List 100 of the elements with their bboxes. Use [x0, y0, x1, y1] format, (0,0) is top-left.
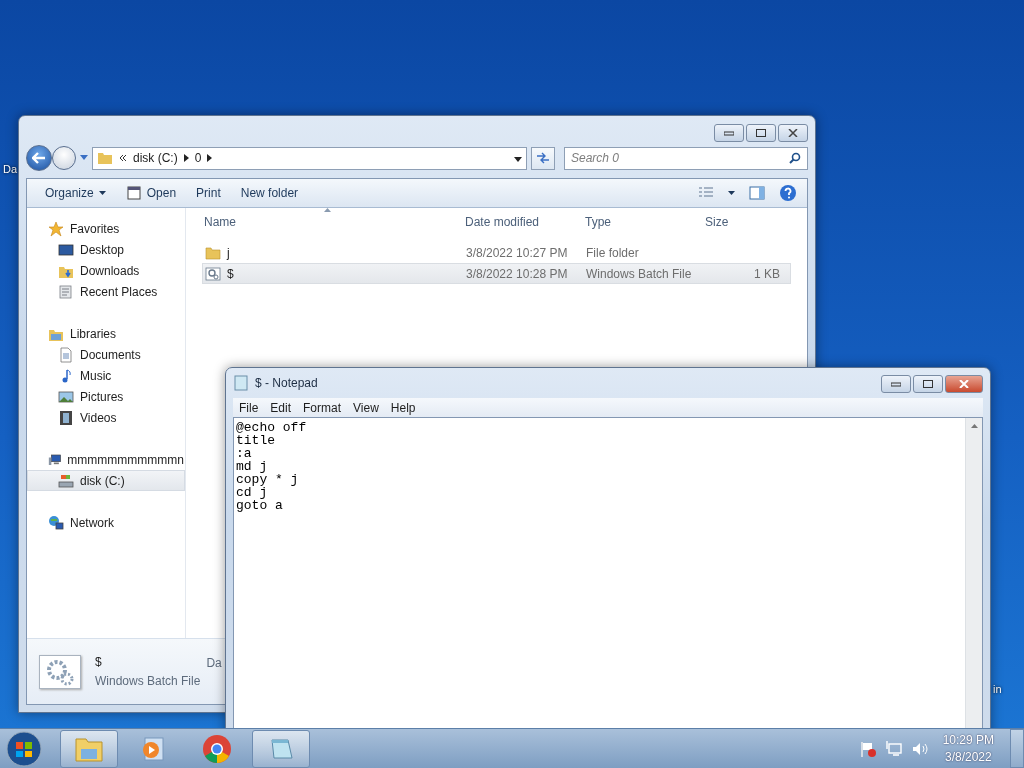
- date-cell-text: 3/8/2022 10:28 PM: [465, 266, 569, 281]
- minimize-icon: [891, 381, 901, 387]
- column-header[interactable]: Type: [583, 215, 703, 229]
- type-cell-text: Windows Batch File: [585, 266, 693, 281]
- toolbar-button[interactable]: Open: [117, 182, 185, 204]
- overflow-chevron-icon: [119, 154, 127, 162]
- file-name-cell: $: [203, 265, 464, 282]
- text-line: @echo off: [236, 421, 308, 434]
- text-line: :a: [236, 447, 253, 460]
- text-line: md j: [236, 460, 269, 473]
- gear-file-icon: [205, 265, 221, 282]
- address-bar[interactable]: disk (C:) 0: [92, 146, 527, 170]
- chevron-right-icon: [183, 154, 189, 162]
- refresh-arrows-icon: [536, 152, 550, 164]
- window-title: $ - Notepad: [255, 376, 318, 390]
- refresh-button[interactable]: [531, 146, 555, 170]
- scroll-up-icon: [970, 424, 978, 428]
- dropdown-icon: [98, 191, 106, 195]
- desktop-icon-label: Da: [3, 163, 18, 175]
- close-icon: [788, 129, 798, 137]
- back-arrow-icon: [32, 152, 46, 164]
- menu-item[interactable]: Help: [384, 400, 422, 415]
- column-header[interactable]: Date modified: [463, 215, 583, 229]
- nav-item[interactable]: Favorites: [27, 218, 185, 239]
- toolbar-button[interactable]: New folder: [232, 183, 307, 203]
- maximize-icon: [923, 380, 933, 388]
- maximize-button[interactable]: [913, 375, 943, 393]
- chevron-right-icon: [207, 154, 213, 162]
- maximize-button[interactable]: [746, 124, 776, 142]
- help-icon: [779, 184, 797, 202]
- sort-arrow-icon: [324, 208, 331, 212]
- pictures-icon: [58, 388, 74, 405]
- desktop-icon-label: in: [993, 683, 1002, 695]
- taskbar-app-button[interactable]: [60, 729, 118, 768]
- nav-item[interactable]: Downloads: [27, 260, 185, 281]
- gear-file-icon: [39, 654, 81, 689]
- notepad-icon: [233, 375, 249, 391]
- nav-item[interactable]: Documents: [27, 344, 185, 365]
- text-line: copy * j: [236, 473, 300, 486]
- file-type: Windows Batch File: [95, 674, 201, 688]
- file-name-cell: j: [203, 244, 464, 261]
- search-field[interactable]: Search 0: [564, 146, 808, 170]
- start-button[interactable]: [4, 728, 44, 768]
- text-line: goto a: [236, 499, 284, 512]
- desktop-icon: [58, 241, 74, 258]
- size-cell-text: 1 KB: [753, 266, 781, 281]
- file-name: $: [95, 655, 103, 669]
- column-header[interactable]: Size: [703, 215, 781, 229]
- open-window-icon: [125, 185, 142, 201]
- taskbar-app-button[interactable]: [252, 729, 310, 768]
- text-line: title: [236, 434, 276, 447]
- nav-item[interactable]: Music: [27, 365, 185, 386]
- date-cell-text: 3/8/2022 10:27 PM: [465, 245, 569, 260]
- file-row[interactable]: j 3/8/2022 10:27 PM File folder: [202, 242, 791, 263]
- forward-button[interactable]: [52, 146, 76, 170]
- recent-places-icon: [58, 283, 74, 300]
- nav-item[interactable]: Videos: [27, 407, 185, 428]
- network-icon: [884, 739, 903, 758]
- menu-item[interactable]: View: [347, 400, 385, 415]
- film-icon: [58, 409, 74, 426]
- breadcrumb-item[interactable]: disk (C:): [133, 151, 178, 165]
- nav-item[interactable]: Recent Places: [27, 281, 185, 302]
- close-button[interactable]: [778, 124, 808, 142]
- nav-item[interactable]: Libraries: [27, 323, 185, 344]
- maximize-icon: [756, 129, 766, 137]
- menu-item[interactable]: Format: [297, 400, 348, 415]
- folder-icon: [205, 244, 221, 261]
- view-list-icon: [698, 187, 714, 199]
- nav-item[interactable]: disk (C:): [27, 470, 185, 491]
- drive-icon: [58, 472, 74, 489]
- search-icon: [789, 151, 801, 164]
- nav-item[interactable]: Network: [27, 512, 185, 533]
- file-row[interactable]: $ 3/8/2022 10:28 PM Windows Batch File 1 KB: [202, 263, 791, 284]
- minimize-icon: [724, 130, 734, 136]
- details-label: Da: [206, 655, 222, 670]
- document-icon: [58, 346, 74, 363]
- scrollbar[interactable]: [965, 418, 982, 728]
- column-header[interactable]: Name: [202, 215, 463, 229]
- network-icon: [48, 514, 64, 531]
- close-icon: [959, 380, 969, 388]
- dropdown-icon: [514, 157, 522, 162]
- toolbar-button[interactable]: Print: [188, 183, 229, 203]
- nav-item[interactable]: Desktop: [27, 239, 185, 260]
- type-cell-text: File folder: [585, 245, 640, 260]
- close-button[interactable]: [945, 375, 983, 393]
- dropdown-icon: [728, 191, 735, 195]
- show-desktop-button[interactable]: [1010, 729, 1024, 768]
- toolbar-button[interactable]: Organize: [37, 183, 114, 203]
- menu-item[interactable]: Edit: [264, 400, 298, 415]
- star-icon: [48, 220, 64, 237]
- nav-item[interactable]: Pictures: [27, 386, 185, 407]
- computer-icon: [48, 451, 62, 468]
- preview-pane-icon: [749, 185, 765, 201]
- menu-item[interactable]: File: [233, 400, 265, 415]
- dropdown-icon: [80, 155, 88, 161]
- nav-item[interactable]: mmmmmmmmmmmn: [27, 449, 185, 470]
- flag-icon: [858, 739, 877, 758]
- breadcrumb-item[interactable]: 0: [194, 151, 202, 165]
- back-button[interactable]: [26, 145, 52, 171]
- folder-icon: [97, 150, 113, 166]
